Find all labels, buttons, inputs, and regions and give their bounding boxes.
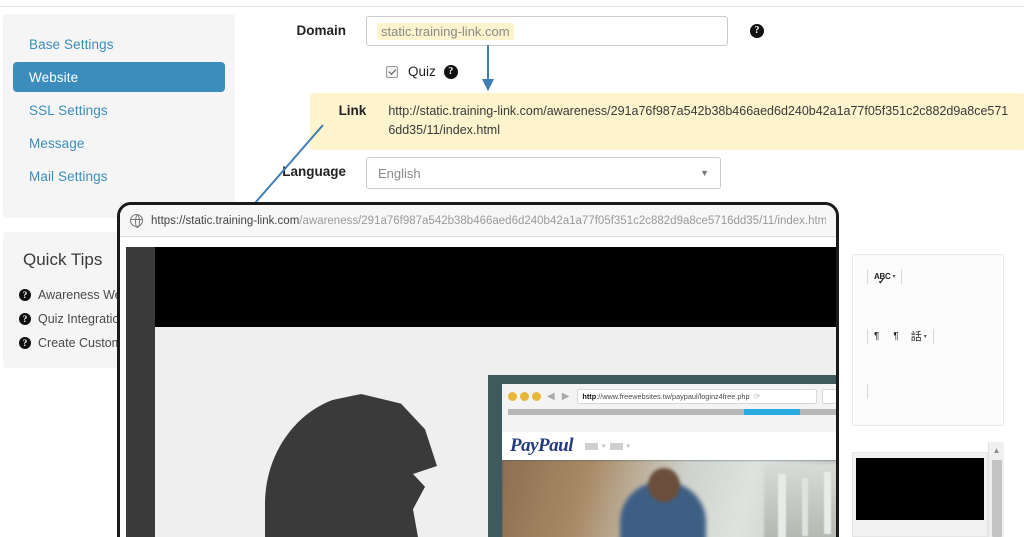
- language-icon[interactable]: 話: [911, 328, 922, 344]
- minimize-dot-icon: [520, 392, 529, 401]
- quick-tip-label: Quiz Integration: [38, 312, 127, 326]
- phishing-browser-mockup: ◀ ▶ http://www.freewebsites.tw/paypaul/lo…: [488, 375, 836, 537]
- scrollbar-thumb[interactable]: [992, 460, 1002, 537]
- domain-help-icon[interactable]: ?: [750, 24, 764, 38]
- document-image-block: [856, 458, 984, 520]
- paypaul-logo: PayPaul: [510, 435, 574, 456]
- editor-toolbar-panel: ABC ▾ ¶ ¶ 話 ▾: [852, 254, 1004, 426]
- sidebar-item-ssl-settings[interactable]: SSL Settings: [13, 95, 225, 125]
- mock-search-input[interactable]: [822, 389, 836, 404]
- browser-preview-window: https://static.training-link.com/awarene…: [117, 202, 839, 537]
- vertical-scrollbar[interactable]: ▲: [988, 442, 1004, 537]
- refresh-icon[interactable]: ⟳: [754, 392, 761, 401]
- sidebar-item-label: Mail Settings: [29, 168, 108, 184]
- back-arrow-icon: ◀: [547, 391, 555, 402]
- settings-sidebar: Base Settings Website SSL Settings Messa…: [3, 14, 235, 218]
- sidebar-item-message[interactable]: Message: [13, 128, 225, 158]
- mock-load-progress: [508, 409, 836, 415]
- sidebar-item-label: Base Settings: [29, 36, 114, 52]
- quiz-label: Quiz: [408, 64, 436, 79]
- spelling-check-icon[interactable]: ABC: [874, 272, 891, 287]
- maximize-dot-icon: [532, 392, 541, 401]
- window-control-dots: [508, 392, 541, 401]
- awareness-video-frame[interactable]: ◀ ▶ http://www.freewebsites.tw/paypaul/lo…: [126, 247, 836, 537]
- language-label: Language: [282, 164, 346, 179]
- browser-url-path: /awareness/291a76f987a542b38b466aed6d240…: [299, 214, 826, 227]
- domain-row: Domain static.training-link.com ?: [236, 16, 776, 46]
- scroll-up-arrow-icon[interactable]: ▲: [989, 442, 1004, 458]
- forward-arrow-icon: ▶: [561, 391, 570, 402]
- browser-url: https://static.training-link.com/awarene…: [151, 215, 826, 227]
- help-icon: ?: [19, 289, 31, 301]
- language-select-value: English: [378, 165, 421, 181]
- link-row: Link http://static.training-link.com/awa…: [310, 93, 1024, 150]
- sidebar-item-label: SSL Settings: [29, 102, 108, 118]
- chevron-down-icon: ▼: [700, 168, 709, 178]
- progress-fill: [743, 409, 800, 415]
- sidebar-item-website[interactable]: Website: [13, 62, 225, 92]
- ltr-paragraph-icon[interactable]: ¶: [874, 331, 879, 342]
- domain-label: Domain: [296, 23, 346, 38]
- paypaul-nav: ▾ ▾: [585, 442, 630, 450]
- mock-url-rest: ://www.freewebsites.tw/paypaul/loginz4fr…: [596, 392, 750, 401]
- language-select[interactable]: English ▼: [366, 157, 721, 189]
- sidebar-item-label: Message: [29, 135, 85, 151]
- quiz-help-icon[interactable]: ?: [443, 64, 458, 79]
- rtl-paragraph-icon[interactable]: ¶: [893, 331, 898, 342]
- quick-tip-label: Awareness We: [38, 288, 122, 302]
- close-dot-icon: [508, 392, 517, 401]
- quiz-row: Quiz ?: [386, 64, 458, 79]
- browser-address-bar[interactable]: https://static.training-link.com/awarene…: [120, 205, 836, 237]
- help-icon: ?: [19, 337, 31, 349]
- link-value[interactable]: http://static.training-link.com/awarenes…: [388, 102, 1012, 140]
- browser-url-host: https://static.training-link.com: [151, 214, 300, 227]
- video-stage: ◀ ▶ http://www.freewebsites.tw/paypaul/lo…: [155, 327, 836, 537]
- mock-url-scheme: http: [582, 392, 597, 401]
- toolbar-row-spelling: ABC ▾: [861, 269, 1003, 287]
- domain-input-value: static.training-link.com: [377, 22, 514, 40]
- sidebar-item-base-settings[interactable]: Base Settings: [13, 29, 225, 59]
- app-screenshot: Base Settings Website SSL Settings Messa…: [0, 0, 1024, 537]
- paypaul-header: PayPaul ▾ ▾: [502, 432, 836, 460]
- browser-content: ◀ ▶ http://www.freewebsites.tw/paypaul/lo…: [120, 237, 836, 537]
- mock-nav-arrows[interactable]: ◀ ▶: [547, 391, 569, 402]
- video-letterbox: [155, 247, 836, 327]
- chevron-down-icon[interactable]: ▾: [892, 273, 895, 280]
- domain-input[interactable]: static.training-link.com: [366, 16, 728, 46]
- toolbar-row-paragraph: ¶ ¶ 話 ▾: [861, 328, 1003, 344]
- link-label: Link: [338, 103, 367, 118]
- nav-placeholder-icon: [585, 442, 598, 450]
- website-settings-form: Domain static.training-link.com ? Quiz ?…: [236, 0, 1024, 210]
- nav-placeholder-icon: [609, 442, 623, 450]
- sidebar-item-label: Website: [29, 69, 79, 85]
- mock-hero-photo: [502, 460, 836, 537]
- mock-address-input[interactable]: http://www.freewebsites.tw/paypaul/login…: [577, 389, 817, 404]
- person-silhouette: [265, 394, 437, 537]
- chevron-down-icon[interactable]: ▾: [924, 333, 927, 340]
- help-icon: ?: [19, 313, 31, 325]
- quick-tip-label: Create Custom: [38, 336, 123, 350]
- mock-browser-chrome: ◀ ▶ http://www.freewebsites.tw/paypaul/lo…: [502, 384, 836, 432]
- globe-icon: [130, 214, 143, 228]
- toolbar-row-empty: [861, 384, 1003, 399]
- quiz-checkbox[interactable]: [386, 65, 398, 78]
- language-row: Language English ▼: [236, 157, 776, 189]
- sidebar-item-mail-settings[interactable]: Mail Settings: [13, 161, 225, 191]
